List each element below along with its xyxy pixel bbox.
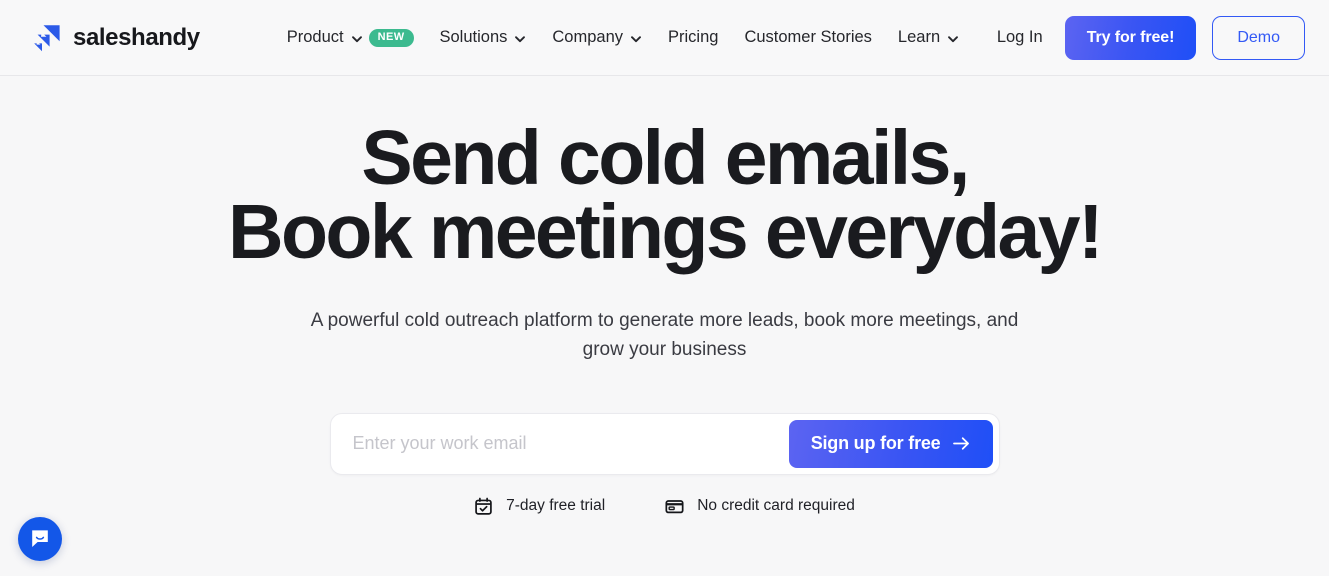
chat-bubble-smile-icon <box>29 528 51 550</box>
try-for-free-button[interactable]: Try for free! <box>1064 15 1197 60</box>
nav-item-solutions[interactable]: Solutions <box>440 29 527 46</box>
nav-item-learn[interactable]: Learn <box>898 29 959 46</box>
hero-subtitle-line-1: A powerful cold outreach platform to gen… <box>310 309 1019 331</box>
calendar-check-icon <box>474 497 493 516</box>
chevron-down-icon <box>630 31 642 45</box>
nav-label-company: Company <box>552 28 624 47</box>
brand-logo-link[interactable]: saleshandy <box>32 23 200 53</box>
trust-row: 7-day free trial No credit card required <box>474 497 855 516</box>
trust-item-no-credit-card: No credit card required <box>665 497 855 516</box>
nav-item-pricing[interactable]: Pricing <box>668 29 718 46</box>
nav-label-learn: Learn <box>897 28 941 47</box>
login-link[interactable]: Log In <box>991 28 1049 47</box>
trust-label-free-trial: 7-day free trial <box>506 497 606 515</box>
hero-subtitle: A powerful cold outreach platform to gen… <box>311 307 1019 365</box>
hero-section: Send cold emails, Book meetings everyday… <box>0 76 1329 576</box>
arrow-right-icon <box>952 436 971 451</box>
nav-label-customer-stories: Customer Stories <box>744 28 872 47</box>
email-field[interactable] <box>336 419 789 468</box>
sign-up-for-free-button[interactable]: Sign up for free <box>788 419 993 468</box>
nav-label-product: Product <box>286 28 344 47</box>
nav-badge-new: NEW <box>368 28 414 47</box>
hero-subtitle-line-2: grow your business <box>582 338 747 360</box>
nav-label-pricing: Pricing <box>668 28 719 47</box>
nav-item-company[interactable]: Company <box>552 29 642 46</box>
chevron-down-icon <box>947 31 959 45</box>
nav-label-solutions: Solutions <box>439 28 508 47</box>
nav-item-customer-stories[interactable]: Customer Stories <box>744 29 871 46</box>
chevron-down-icon <box>351 31 363 45</box>
page-title: Send cold emails, Book meetings everyday… <box>227 115 1104 275</box>
brand-name: saleshandy <box>73 23 200 51</box>
saleshandy-arrow-logo-icon <box>32 23 62 53</box>
trust-item-free-trial: 7-day free trial <box>474 497 605 516</box>
sign-up-button-label: Sign up for free <box>810 433 941 454</box>
signup-form: Sign up for free <box>329 412 1000 475</box>
page-title-line-1: Send cold emails, <box>361 115 970 201</box>
chevron-down-icon <box>514 31 526 45</box>
chat-launcher-button[interactable] <box>18 517 62 561</box>
main-navigation: Product NEW Solutions Company Pricing Cu… <box>286 28 959 47</box>
header-actions: Log In Try for free! Demo <box>991 15 1305 60</box>
demo-button[interactable]: Demo <box>1212 15 1305 60</box>
nav-item-product[interactable]: Product NEW <box>286 28 414 47</box>
credit-card-icon <box>665 497 684 516</box>
trust-label-no-credit-card: No credit card required <box>697 497 855 515</box>
site-header: saleshandy Product NEW Solutions Company… <box>0 0 1329 76</box>
page-title-line-2: Book meetings everyday! <box>227 188 1104 275</box>
